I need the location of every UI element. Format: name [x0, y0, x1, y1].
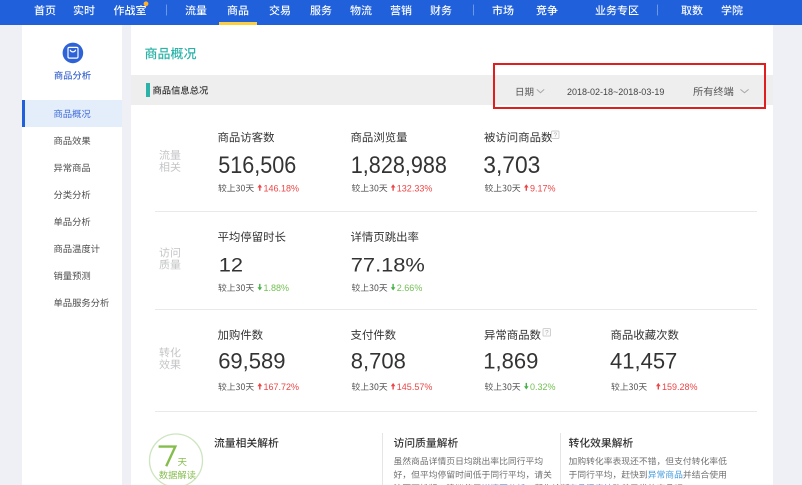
- svg-text:132.33%: 132.33%: [397, 183, 433, 193]
- svg-text:?: ?: [554, 132, 558, 139]
- svg-text:516,506: 516,506: [218, 151, 296, 178]
- svg-text:2018-02-18~2018-03-19: 2018-02-18~2018-03-19: [567, 87, 664, 97]
- svg-text:77.18%: 77.18%: [351, 254, 425, 276]
- svg-text:159.28%: 159.28%: [662, 382, 698, 392]
- svg-text:41,457: 41,457: [610, 349, 677, 374]
- svg-text:1,869: 1,869: [483, 349, 538, 374]
- svg-text:146.18%: 146.18%: [264, 183, 300, 193]
- svg-text:167.72%: 167.72%: [264, 382, 300, 392]
- svg-text:8,708: 8,708: [351, 349, 406, 374]
- svg-text:1,828,988: 1,828,988: [351, 151, 447, 178]
- svg-text:69,589: 69,589: [218, 349, 285, 374]
- svg-text:145.57%: 145.57%: [397, 382, 433, 392]
- svg-text:?: ?: [545, 330, 549, 337]
- svg-text:0.32%: 0.32%: [530, 382, 556, 392]
- svg-text:9.17%: 9.17%: [530, 183, 556, 193]
- svg-text:12: 12: [219, 254, 243, 276]
- svg-text:3,703: 3,703: [483, 152, 540, 179]
- svg-text:1.88%: 1.88%: [264, 283, 290, 293]
- svg-text:2.66%: 2.66%: [397, 283, 423, 293]
